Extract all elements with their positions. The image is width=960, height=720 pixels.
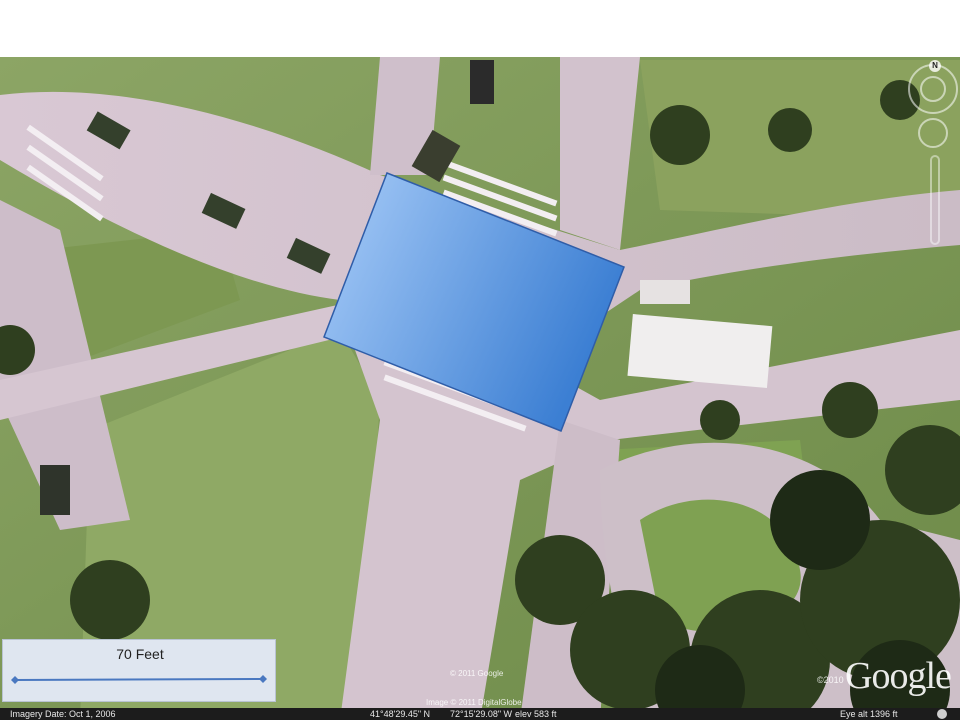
scale-end-right-icon (259, 675, 267, 683)
move-ring[interactable] (918, 118, 948, 148)
bus (627, 314, 773, 388)
scale-line (11, 675, 267, 684)
google-logo: Google (845, 655, 952, 697)
aerial-imagery (0, 57, 960, 720)
scale-label: 70 Feet (116, 646, 164, 662)
imagery-copyright: Image © 2011 DigitalGlobe (426, 698, 522, 707)
compass-north-icon[interactable]: N (929, 60, 941, 72)
status-bar: Imagery Date: Oct 1, 2006 41°48'29.45" N… (0, 708, 960, 720)
car-north (470, 60, 494, 104)
look-ring-inner[interactable] (920, 76, 946, 102)
imagery-date: Imagery Date: Oct 1, 2006 (10, 709, 116, 719)
elevation-readout: elev 583 ft (515, 709, 557, 719)
car-parked-1 (40, 465, 70, 515)
eye-altitude-readout: Eye alt 1396 ft (840, 709, 898, 719)
streaming-indicator-icon (937, 709, 947, 719)
navigation-controls[interactable]: N (900, 60, 960, 260)
longitude-readout: 72°15'29.08" W (450, 709, 513, 719)
logo-year: ©2010 (817, 675, 844, 685)
latitude-readout: 41°48'29.45" N (370, 709, 431, 719)
zoom-slider[interactable] (930, 155, 940, 245)
van (640, 280, 690, 304)
satellite-map[interactable] (0, 57, 960, 720)
scale-legend: 70 Feet (2, 639, 276, 702)
scale-end-left-icon (11, 676, 19, 684)
google-copyright: © 2011 Google (450, 669, 504, 678)
